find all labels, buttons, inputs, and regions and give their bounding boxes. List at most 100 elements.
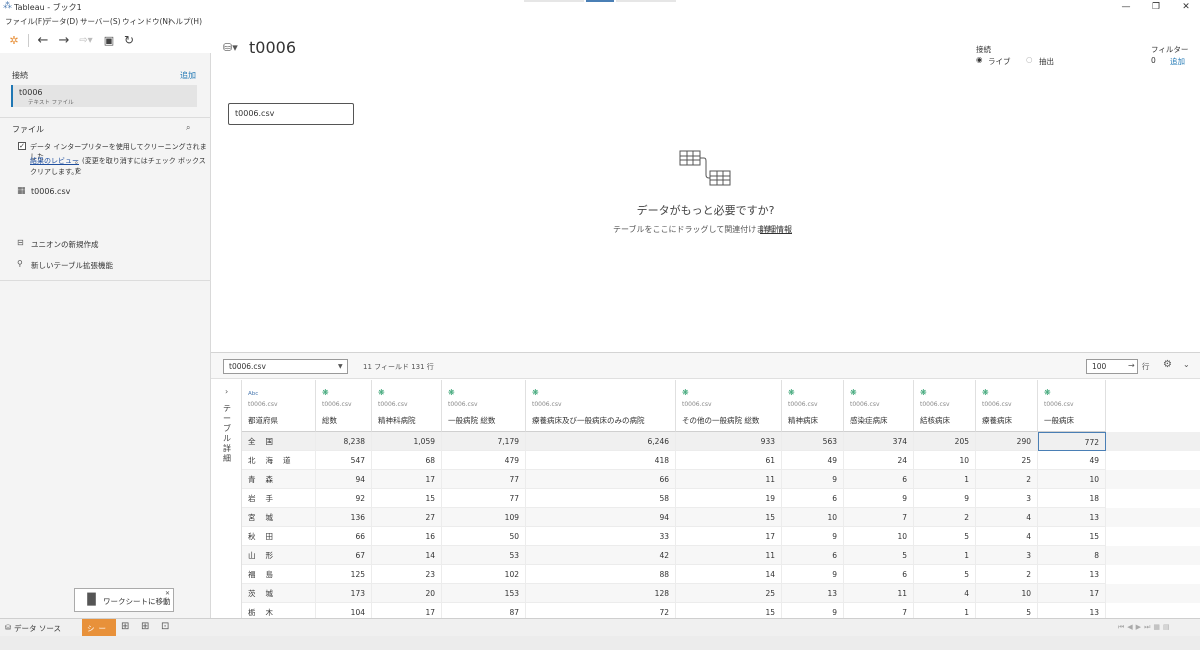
table-cell[interactable]: 3 — [976, 546, 1038, 565]
number-type-icon[interactable]: ❋ — [448, 388, 455, 397]
join-canvas[interactable]: ⛁▾ t0006 接続 ◉ ライブ ○ 抽出 フィルター 0 追加 t0006.… — [211, 28, 1200, 352]
table-cell[interactable]: 18 — [1038, 489, 1106, 508]
table-cell[interactable]: 栃木 — [242, 603, 316, 618]
learn-more-link[interactable]: 詳細情報 — [760, 224, 792, 235]
back-arrow-icon[interactable]: ← — [34, 32, 52, 49]
extract-label[interactable]: 抽出 — [1039, 56, 1054, 67]
search-icon[interactable]: ⌕ — [186, 123, 190, 133]
table-cell[interactable]: 20 — [372, 584, 442, 603]
table-cell[interactable]: 173 — [316, 584, 372, 603]
table-cell[interactable]: 2 — [976, 470, 1038, 489]
table-cell[interactable]: 9 — [782, 565, 844, 584]
column-header[interactable]: ❋ t0006.csv 療養病床及び一般病床のみの病院 — [526, 380, 676, 432]
minimize-button[interactable]: — — [1112, 0, 1140, 14]
table-cell[interactable]: 4 — [914, 584, 976, 603]
add-connection-link[interactable]: 追加 — [180, 70, 196, 81]
table-cell[interactable]: 17 — [372, 470, 442, 489]
table-cell[interactable]: 福島 — [242, 565, 316, 584]
interpreter-checkbox[interactable]: ✓ — [18, 142, 26, 150]
table-cell[interactable]: 5 — [914, 565, 976, 584]
table-cell[interactable]: 104 — [316, 603, 372, 618]
close-button[interactable]: ✕ — [1172, 0, 1200, 14]
table-cell[interactable]: 宮城 — [242, 508, 316, 527]
table-cell[interactable]: 49 — [1038, 451, 1106, 470]
table-cell[interactable]: 15 — [676, 603, 782, 618]
live-label[interactable]: ライブ — [988, 56, 1011, 67]
table-cell[interactable]: 7 — [844, 508, 914, 527]
table-cell[interactable]: 17 — [676, 527, 782, 546]
table-cell[interactable]: 77 — [442, 489, 526, 508]
column-header[interactable]: ❋ t0006.csv 一般病院 総数 — [442, 380, 526, 432]
table-cell[interactable]: 1 — [914, 603, 976, 618]
table-cell[interactable]: 66 — [526, 470, 676, 489]
table-cell[interactable]: 山形 — [242, 546, 316, 565]
table-cell[interactable]: 933 — [676, 432, 782, 451]
table-cell[interactable]: 15 — [372, 489, 442, 508]
table-cell[interactable]: 5 — [914, 527, 976, 546]
table-cell[interactable]: 109 — [442, 508, 526, 527]
apply-arrow-icon[interactable]: → — [1128, 361, 1135, 370]
gear-icon[interactable]: ⚙ — [1163, 359, 1172, 370]
table-cell[interactable]: 6 — [782, 489, 844, 508]
table-cell[interactable]: 10 — [1038, 470, 1106, 489]
file-item[interactable]: t0006.csv — [31, 187, 70, 196]
table-cell[interactable]: 15 — [1038, 527, 1106, 546]
number-type-icon[interactable]: ❋ — [532, 388, 539, 397]
column-header[interactable]: Abc t0006.csv 都道府県 — [242, 380, 316, 432]
menu-server[interactable]: サーバー(S) — [80, 16, 121, 27]
table-cell[interactable]: 42 — [526, 546, 676, 565]
table-cell[interactable]: 14 — [676, 565, 782, 584]
table-cell[interactable]: 77 — [442, 470, 526, 489]
table-cell[interactable]: 94 — [526, 508, 676, 527]
number-type-icon[interactable]: ❋ — [920, 388, 927, 397]
refresh-icon[interactable]: ↻ — [121, 32, 137, 49]
table-cell[interactable]: 13 — [1038, 603, 1106, 618]
live-radio-icon[interactable]: ◉ — [976, 55, 983, 64]
sheet-tab[interactable]: シート1 — [82, 619, 116, 644]
table-cell[interactable]: 72 — [526, 603, 676, 618]
table-cell[interactable]: 92 — [316, 489, 372, 508]
table-cell[interactable]: 153 — [442, 584, 526, 603]
column-header[interactable]: ❋ t0006.csv 結核病床 — [914, 380, 976, 432]
table-cell[interactable]: 563 — [782, 432, 844, 451]
table-cell[interactable]: 27 — [372, 508, 442, 527]
table-cell[interactable]: 547 — [316, 451, 372, 470]
table-cell[interactable]: 10 — [914, 451, 976, 470]
table-cell[interactable]: 418 — [526, 451, 676, 470]
number-type-icon[interactable]: ❋ — [378, 388, 385, 397]
table-cell[interactable]: 94 — [316, 470, 372, 489]
table-cell[interactable]: 岩手 — [242, 489, 316, 508]
table-cell[interactable]: 茨城 — [242, 584, 316, 603]
table-cell[interactable]: 87 — [442, 603, 526, 618]
table-cell[interactable]: 7,179 — [442, 432, 526, 451]
filter-add-link[interactable]: 追加 — [1170, 56, 1185, 67]
string-type-icon[interactable]: Abc — [248, 391, 258, 397]
connection-item[interactable]: t0006 テキスト ファイル — [11, 85, 197, 107]
table-cell[interactable]: 68 — [372, 451, 442, 470]
menu-file[interactable]: ファイル(F) — [5, 16, 45, 27]
table-cell[interactable]: 4 — [976, 527, 1038, 546]
table-cell[interactable]: 全国 — [242, 432, 316, 451]
table-cell[interactable]: 136 — [316, 508, 372, 527]
table-cell[interactable]: 10 — [976, 584, 1038, 603]
table-select[interactable]: t0006.csv ▼ — [223, 359, 348, 374]
table-cell[interactable]: 25 — [676, 584, 782, 603]
number-type-icon[interactable]: ❋ — [322, 388, 329, 397]
number-type-icon[interactable]: ❋ — [982, 388, 989, 397]
table-cell[interactable]: 88 — [526, 565, 676, 584]
table-cell[interactable]: 6 — [844, 565, 914, 584]
table-cell[interactable]: 10 — [782, 508, 844, 527]
table-cell[interactable]: 9 — [782, 603, 844, 618]
table-cell[interactable]: 北海道 — [242, 451, 316, 470]
collapse-chevron-icon[interactable]: ⌄ — [1183, 360, 1190, 369]
save-icon[interactable]: ▣ — [101, 32, 117, 49]
column-header[interactable]: ❋ t0006.csv 一般病床 — [1038, 380, 1106, 432]
table-cell[interactable]: 青森 — [242, 470, 316, 489]
table-cell[interactable]: 102 — [442, 565, 526, 584]
table-cell[interactable]: 2 — [976, 565, 1038, 584]
table-cell[interactable]: 25 — [976, 451, 1038, 470]
table-cell[interactable]: 6 — [844, 470, 914, 489]
table-cell[interactable]: 13 — [782, 584, 844, 603]
rows-input[interactable]: 100 → — [1086, 359, 1138, 374]
table-cell[interactable]: 1 — [914, 470, 976, 489]
